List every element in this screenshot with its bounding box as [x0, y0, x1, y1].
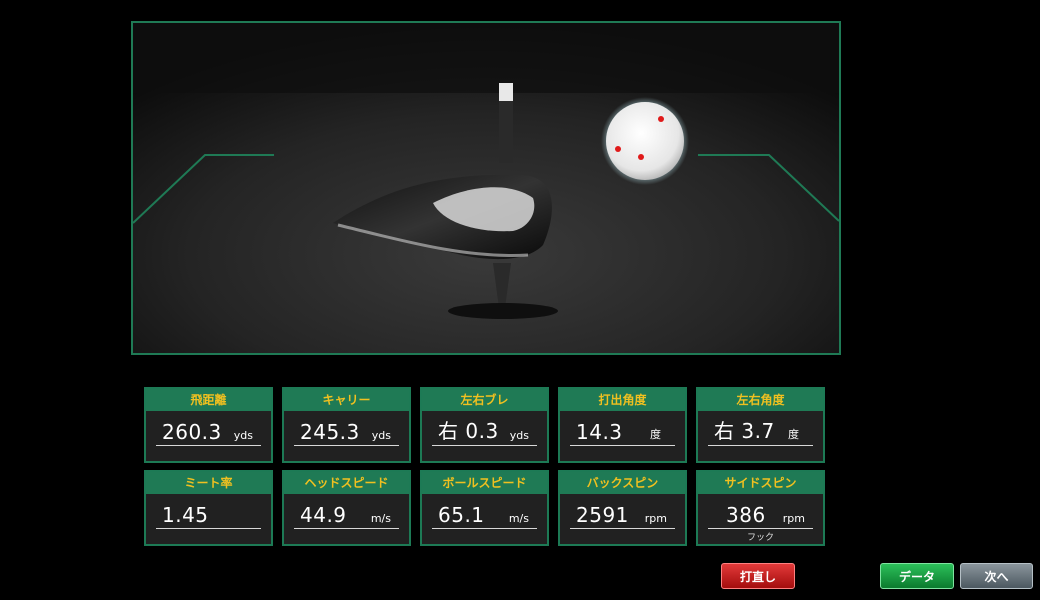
data-button[interactable]: データ	[880, 563, 954, 589]
metric-value: 1.45	[162, 503, 209, 527]
metric-label: サイドスピン	[698, 472, 823, 494]
metric-unit: rpm	[782, 512, 805, 525]
metric-side-spin: サイドスピン 386 rpm フック	[696, 470, 825, 546]
metric-unit: yds	[509, 429, 529, 442]
next-button[interactable]: 次へ	[960, 563, 1033, 589]
metric-label: 左右角度	[698, 389, 823, 411]
metric-unit: 度	[650, 428, 661, 441]
metric-lateral-deviation: 左右ブレ 右 0.3 yds	[420, 387, 549, 463]
metric-value: 386	[726, 503, 766, 527]
metric-label: 打出角度	[560, 389, 685, 411]
metric-unit: m/s	[370, 512, 391, 525]
metric-label: ヘッドスピード	[284, 472, 409, 494]
metric-value: 65.1	[438, 503, 485, 527]
metric-label: キャリー	[284, 389, 409, 411]
metric-subtext: フック	[746, 533, 774, 543]
metric-carry: キャリー 245.3 yds	[282, 387, 411, 463]
metric-label: 左右ブレ	[422, 389, 547, 411]
metric-ball-speed: ボールスピード 65.1 m/s	[420, 470, 549, 546]
metric-smash-factor: ミート率 1.45	[144, 470, 273, 546]
metric-horizontal-angle: 左右角度 右 3.7 度	[696, 387, 825, 463]
metric-launch-angle: 打出角度 14.3 度	[558, 387, 687, 463]
metric-label: ボールスピード	[422, 472, 547, 494]
metric-value: 260.3	[162, 420, 222, 444]
metric-value: 右 0.3	[438, 419, 499, 443]
metric-head-speed: ヘッドスピード 44.9 m/s	[282, 470, 411, 546]
metric-unit: yds	[371, 429, 391, 442]
metric-label: ミート率	[146, 472, 271, 494]
metric-unit: m/s	[508, 512, 529, 525]
retry-button[interactable]: 打直し	[721, 563, 795, 589]
metric-unit: rpm	[644, 512, 667, 525]
metric-value: 14.3	[576, 420, 623, 444]
metric-label: バックスピン	[560, 472, 685, 494]
metric-value: 44.9	[300, 503, 347, 527]
impact-camera-view	[131, 21, 841, 355]
impact-camera-image	[133, 23, 839, 353]
metric-label: 飛距離	[146, 389, 271, 411]
metric-value: 245.3	[300, 420, 360, 444]
metric-unit: 度	[788, 428, 799, 441]
metric-value: 右 3.7	[714, 419, 775, 443]
metric-back-spin: バックスピン 2591 rpm	[558, 470, 687, 546]
metric-unit: yds	[233, 429, 253, 442]
metric-distance: 飛距離 260.3 yds	[144, 387, 273, 463]
metric-value: 2591	[576, 503, 629, 527]
